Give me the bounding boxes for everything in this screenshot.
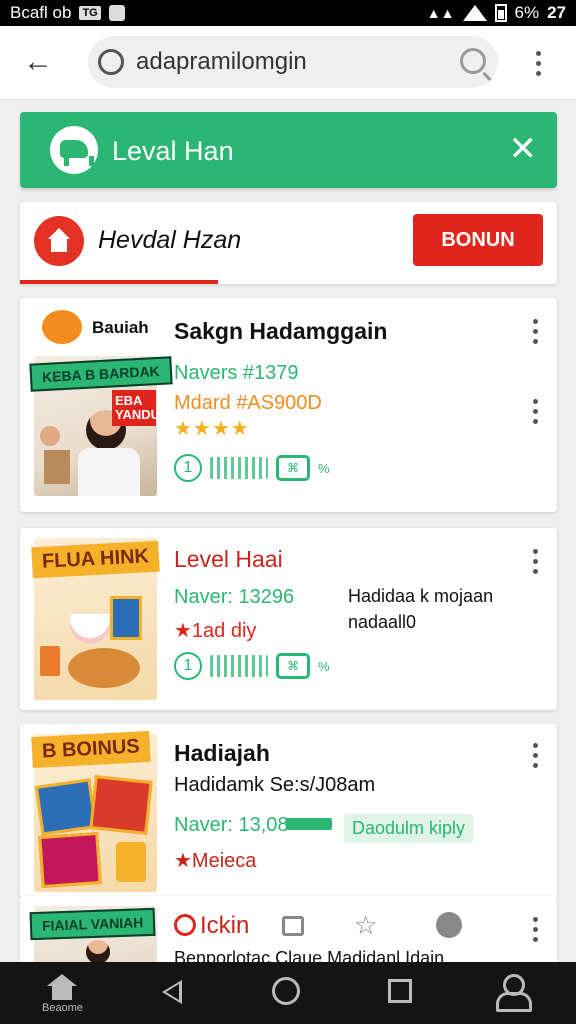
card-detail: Mdard #AS900D	[174, 392, 322, 414]
card-side-text: Hadidaa k mojaan	[348, 586, 494, 606]
product-card[interactable]: Bauiah KEBA B BARDAK EBA YANDU Sakgn Had…	[20, 298, 557, 512]
tag-row: 1 ⌘ %	[174, 652, 330, 680]
snack-jar	[116, 842, 146, 882]
close-icon[interactable]: ✕	[509, 132, 538, 166]
card-menu-icon[interactable]	[525, 914, 545, 944]
card-price: Naver: 13296	[174, 586, 295, 608]
snack-box-3	[38, 831, 102, 889]
food-box	[110, 596, 142, 640]
tag-percent: %	[318, 460, 330, 476]
card-price: Naver: 13,08	[174, 814, 289, 836]
nav-recents-button[interactable]	[388, 979, 412, 1003]
count-badge: 1	[174, 652, 202, 680]
card-title: Hadiajah	[174, 740, 270, 766]
status-left-text: Bcafl ob	[10, 3, 72, 22]
wifi-icon	[462, 5, 487, 21]
home-icon	[47, 974, 78, 1000]
food-plate	[68, 648, 140, 688]
battery-icon	[494, 4, 507, 22]
count-badge: 1	[174, 454, 202, 482]
status-chip[interactable]: Daodulm kiply	[344, 814, 474, 843]
nav-back-button[interactable]	[162, 980, 182, 1004]
header-card: Hevdal Hzan BONUN	[20, 202, 557, 284]
home-circle-icon	[272, 977, 300, 1005]
product-card[interactable]: FIAIAL VANIAH Ickin ☆ Benporlotac Claue …	[20, 896, 557, 962]
person-figure	[86, 940, 110, 962]
url-text[interactable]: adapramilomgin	[136, 48, 307, 76]
save-icon[interactable]	[282, 916, 304, 936]
nav-profile-button[interactable]	[496, 974, 532, 1012]
food-cup	[40, 646, 60, 676]
card-title: Ickin	[200, 912, 250, 939]
home-icon	[34, 216, 84, 266]
nav-bar: Beaome	[0, 962, 576, 1024]
tag-pattern	[210, 655, 268, 677]
promo-banner[interactable]: Leval Han ✕	[20, 112, 557, 188]
product-card[interactable]: FLUA HINK Level Haai Naver: 13296 ★1ad d…	[20, 528, 557, 710]
nav-home-label: Beaome	[42, 1002, 83, 1014]
browser-menu-icon[interactable]	[528, 48, 548, 78]
snack-box-2	[89, 775, 153, 835]
child-body	[78, 448, 140, 496]
card-subtitle: Hadidamk Se:s/J08am	[174, 774, 376, 796]
app-logo-icon	[50, 126, 98, 174]
promo-ribbon: FLUA HINK	[31, 540, 160, 579]
bonus-button[interactable]: BONUN	[413, 214, 543, 266]
url-field[interactable]: adapramilomgin	[88, 36, 498, 88]
brand-logo-icon	[42, 310, 82, 344]
card-title: Sakgn Hadamggain	[174, 318, 388, 344]
card-side-text-2: nadaall0	[348, 612, 417, 632]
signal-icon: ▲▲	[426, 5, 455, 21]
emoji-icon[interactable]	[436, 912, 462, 938]
snack-box-1	[34, 778, 98, 836]
product-card[interactable]: B BOINUS Hadiajah Hadidamk Se:s/J08am Na…	[20, 724, 557, 898]
status-badge: TG	[79, 6, 101, 20]
rating-stars: ★★★★	[174, 418, 250, 440]
tab-indicator	[20, 280, 218, 284]
box-prop	[44, 450, 70, 484]
clock: 27	[547, 3, 566, 22]
tag-row: 1 ⌘ %	[174, 454, 330, 482]
tag-icon: ⌘	[276, 653, 310, 679]
card-menu-icon[interactable]	[525, 740, 545, 770]
food-bowl	[70, 614, 110, 644]
card-menu-icon[interactable]	[525, 546, 545, 576]
star-icon[interactable]: ☆	[354, 910, 377, 941]
card-menu-icon[interactable]	[525, 316, 545, 346]
brand-icon	[174, 914, 196, 936]
banner-title: Leval Han	[112, 136, 234, 166]
profile-icon	[496, 974, 532, 1012]
nav-home-circle-button[interactable]	[272, 977, 300, 1005]
tag-icon: ⌘	[276, 455, 310, 481]
back-icon	[162, 980, 182, 1004]
card-title: Level Haai	[174, 546, 283, 572]
tag-percent: %	[318, 658, 330, 674]
brand-name: Bauiah	[92, 318, 149, 337]
tag-pattern	[210, 457, 268, 479]
card-price: Navers #1379	[174, 362, 299, 384]
address-bar: ← adapramilomgin	[0, 26, 576, 100]
card-subtitle: Benporlotac Claue Madidanl Idain	[174, 948, 445, 962]
site-info-icon[interactable]	[98, 49, 124, 75]
notification-icon	[108, 5, 125, 21]
card-detail: ★1ad diy	[174, 620, 257, 642]
promo-ribbon: FIAIAL VANIAH	[29, 907, 156, 941]
search-icon[interactable]	[460, 48, 486, 74]
promo-ribbon: B BOINUS	[31, 730, 151, 769]
battery-percent: 6%	[514, 3, 540, 22]
back-arrow-icon[interactable]: ←	[18, 44, 58, 80]
card-detail: ★Meieca	[174, 850, 257, 872]
card-menu-icon-2[interactable]	[525, 396, 545, 426]
header-card-title: Hevdal Hzan	[98, 226, 242, 254]
status-bar: Bcafl ob TG ▲▲ 6% 27	[0, 0, 576, 26]
promo-ribbon-side: EBA YANDU	[112, 390, 160, 426]
nav-home-button[interactable]: Beaome	[42, 974, 83, 1014]
progress-bar	[286, 818, 332, 830]
second-child-figure	[40, 426, 60, 446]
recents-icon	[388, 979, 412, 1003]
